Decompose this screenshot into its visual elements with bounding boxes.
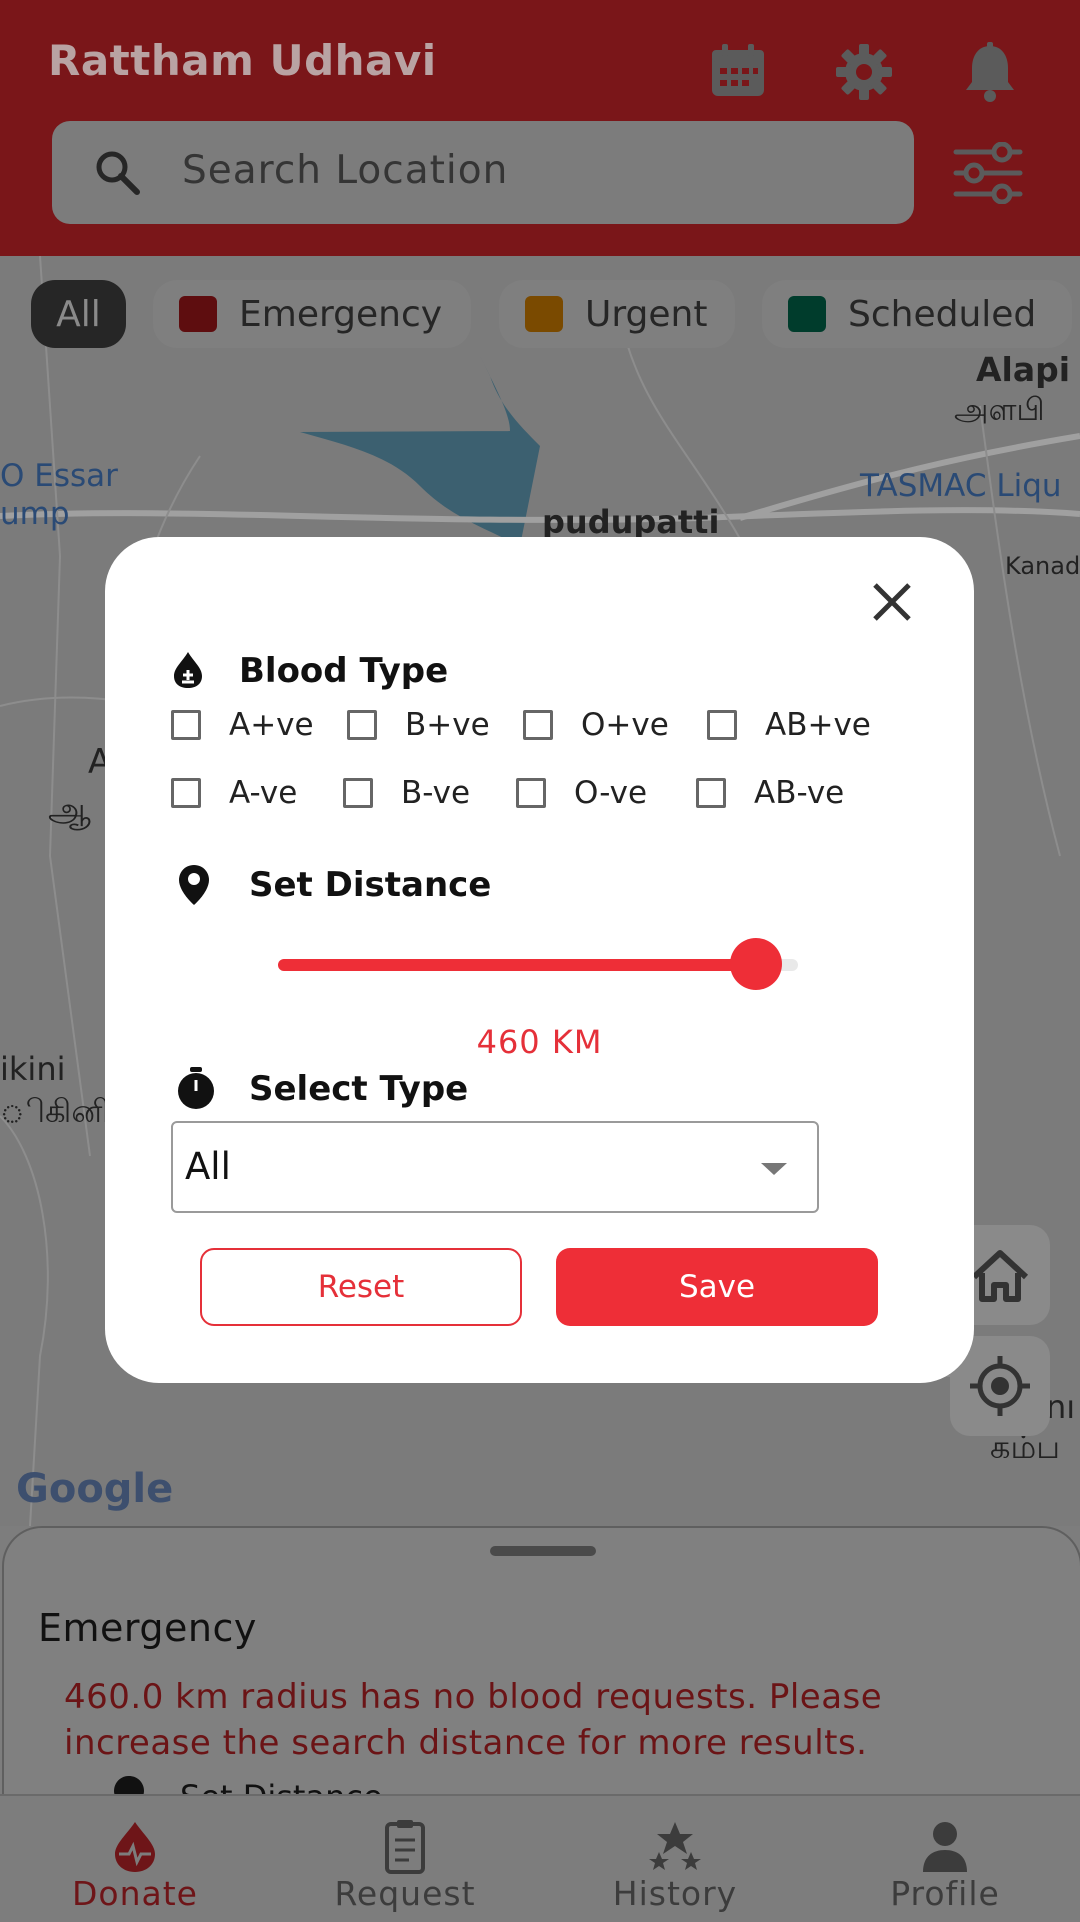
dropdown-arrow-icon xyxy=(761,1163,787,1175)
app-header: Rattham Udhavi Search Location xyxy=(0,0,1080,256)
filter-sliders-icon[interactable] xyxy=(952,142,1024,204)
sheet-message: 460.0 km radius has no blood requests. P… xyxy=(64,1677,883,1763)
select-type-title: Select Type xyxy=(249,1069,469,1109)
checkbox[interactable] xyxy=(696,778,726,808)
scheduled-swatch xyxy=(788,296,826,332)
sheet-drag-handle[interactable] xyxy=(490,1546,596,1556)
save-button[interactable]: Save xyxy=(556,1248,878,1326)
reset-button-label: Reset xyxy=(317,1269,405,1305)
set-distance-title: Set Distance xyxy=(249,865,492,905)
type-select[interactable]: All xyxy=(171,1121,819,1213)
clipboard-icon xyxy=(385,1820,425,1874)
chip-all[interactable]: All xyxy=(31,280,126,348)
checkbox[interactable] xyxy=(171,778,201,808)
blood-type-o-neg[interactable]: O-ve xyxy=(516,775,647,811)
checkbox[interactable] xyxy=(523,710,553,740)
stars-icon xyxy=(649,1822,701,1870)
nav-history-label: History xyxy=(612,1874,738,1913)
blood-type-ab-pos[interactable]: AB+ve xyxy=(707,707,871,743)
map-label-essar: O Essar xyxy=(0,458,118,494)
chip-all-label: All xyxy=(56,293,101,335)
google-logo: Google xyxy=(16,1466,174,1512)
bell-icon[interactable] xyxy=(958,40,1022,104)
search-location-input[interactable]: Search Location xyxy=(52,121,914,224)
blood-type-b-neg-label: B-ve xyxy=(401,775,471,811)
urgent-swatch xyxy=(525,296,563,332)
blood-type-b-pos[interactable]: B+ve xyxy=(347,707,490,743)
location-pin-icon xyxy=(179,865,209,905)
bottom-sheet[interactable]: Emergency 460.0 km radius has no blood r… xyxy=(2,1526,1080,1828)
stopwatch-icon xyxy=(178,1067,214,1109)
checkbox[interactable] xyxy=(343,778,373,808)
map-label-kini-tamil: ிகினி xyxy=(0,1092,110,1130)
checkbox[interactable] xyxy=(516,778,546,808)
blood-type-ab-neg[interactable]: AB-ve xyxy=(696,775,844,811)
map-label-alapi-tamil: அளபி xyxy=(954,392,1045,428)
blood-type-o-pos[interactable]: O+ve xyxy=(523,707,669,743)
chip-emergency-label: Emergency xyxy=(239,293,443,335)
checkbox[interactable] xyxy=(707,710,737,740)
calendar-icon[interactable] xyxy=(706,40,770,104)
chip-emergency[interactable]: Emergency xyxy=(153,280,471,348)
donate-icon xyxy=(115,1822,155,1872)
blood-type-o-neg-label: O-ve xyxy=(574,775,648,811)
map-label-kanad: Kanad xyxy=(1005,552,1080,580)
blood-type-a-neg-label: A-ve xyxy=(229,775,298,811)
distance-slider[interactable] xyxy=(278,938,798,990)
checkbox[interactable] xyxy=(347,710,377,740)
map-label-essar-2: ump xyxy=(0,496,70,532)
save-button-label: Save xyxy=(678,1269,756,1305)
blood-type-b-neg[interactable]: B-ve xyxy=(343,775,470,811)
gear-icon[interactable] xyxy=(832,40,896,104)
chip-urgent[interactable]: Urgent xyxy=(499,280,735,348)
blood-drop-icon xyxy=(174,652,202,688)
bottom-navigation: Donate Request History Profile xyxy=(0,1794,1080,1922)
nav-profile-label: Profile xyxy=(890,1874,1000,1913)
blood-type-b-pos-label: B+ve xyxy=(405,707,490,743)
checkbox[interactable] xyxy=(171,710,201,740)
search-icon xyxy=(96,151,140,195)
filter-modal: Blood Type A+ve B+ve O+ve AB+ve A-ve B-v… xyxy=(105,537,974,1383)
blood-type-ab-neg-label: AB-ve xyxy=(754,775,845,811)
person-icon xyxy=(923,1822,967,1872)
blood-type-a-pos[interactable]: A+ve xyxy=(171,707,314,743)
blood-type-a-pos-label: A+ve xyxy=(229,707,314,743)
nav-history[interactable]: History xyxy=(540,1796,810,1922)
chip-scheduled-label: Scheduled xyxy=(848,293,1037,335)
chip-urgent-label: Urgent xyxy=(585,293,708,335)
nav-request-label: Request xyxy=(334,1874,476,1913)
blood-type-o-pos-label: O+ve xyxy=(581,707,669,743)
reset-button[interactable]: Reset xyxy=(200,1248,522,1326)
search-placeholder: Search Location xyxy=(182,148,509,193)
map-label-a-tamil: ஆ xyxy=(48,790,91,830)
map-label-kini: ikini xyxy=(0,1050,66,1088)
nav-donate[interactable]: Donate xyxy=(0,1796,270,1922)
blood-type-a-neg[interactable]: A-ve xyxy=(171,775,297,811)
emergency-swatch xyxy=(179,296,217,332)
nav-profile[interactable]: Profile xyxy=(810,1796,1080,1922)
nav-donate-label: Donate xyxy=(72,1874,198,1913)
nav-request[interactable]: Request xyxy=(270,1796,540,1922)
distance-slider-thumb[interactable] xyxy=(730,938,783,990)
distance-value: 460 KM xyxy=(476,1023,603,1061)
map-label-pudupatti: pudupatti xyxy=(542,503,720,541)
close-icon[interactable] xyxy=(859,569,925,635)
distance-slider-fill xyxy=(278,959,757,971)
type-select-value: All xyxy=(185,1145,231,1188)
blood-type-ab-pos-label: AB+ve xyxy=(765,707,871,743)
sheet-title: Emergency xyxy=(38,1606,257,1650)
blood-type-title: Blood Type xyxy=(239,651,449,691)
map-label-alapi: Alapi xyxy=(976,350,1071,389)
map-label-tasmac: TASMAC Liqu xyxy=(860,468,1062,504)
app-title: Rattham Udhavi xyxy=(48,36,437,85)
map-label-right: nı xyxy=(1046,1388,1076,1426)
chip-scheduled[interactable]: Scheduled xyxy=(762,280,1072,348)
